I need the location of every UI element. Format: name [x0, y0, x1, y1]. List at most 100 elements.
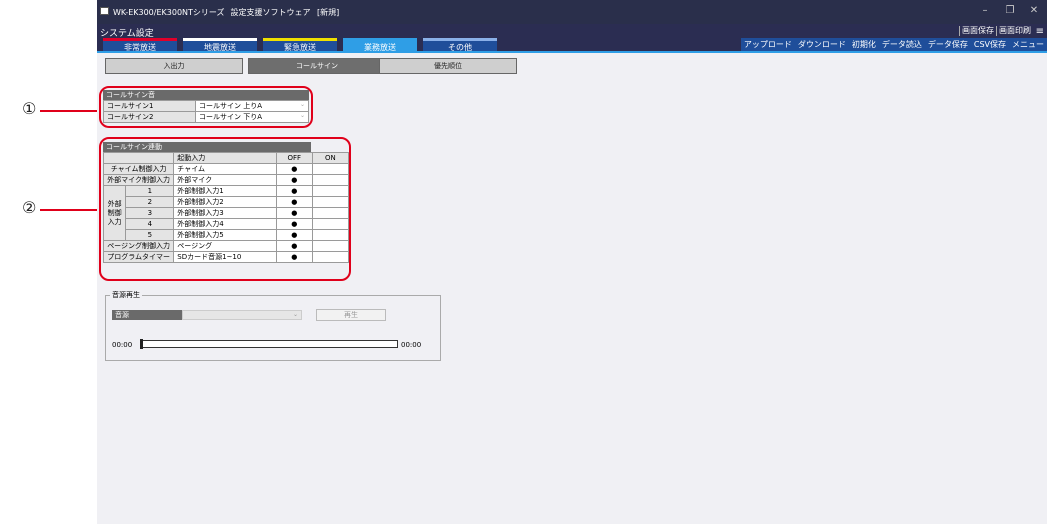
- off-radio[interactable]: ●: [275, 240, 313, 252]
- callout-2: ②: [22, 198, 37, 217]
- callsign-sound-header: コールサイン音: [103, 90, 309, 100]
- csv-save-button[interactable]: CSV保存: [971, 38, 1009, 51]
- input-cell: チャイム: [173, 163, 277, 175]
- on-radio[interactable]: [311, 185, 350, 197]
- time-start: 00:00: [112, 341, 133, 349]
- close-icon[interactable]: ✕: [1024, 5, 1044, 16]
- ext-num: 5: [125, 229, 175, 241]
- on-radio[interactable]: [311, 240, 350, 252]
- input-cell: ページング: [173, 240, 277, 252]
- callout-1: ①: [22, 99, 37, 118]
- table-row: 外部制御入力 1 外部制御入力1 ●: [102, 185, 350, 241]
- seek-thumb[interactable]: [140, 339, 143, 349]
- print-screen-button[interactable]: 画面印刷: [996, 26, 1033, 36]
- callsign-2-select[interactable]: コールサイン 下りA ⌄: [195, 111, 309, 123]
- callout-1-line: [40, 110, 98, 112]
- tab-business[interactable]: 業務放送: [343, 38, 417, 52]
- col-header-on: ON: [311, 152, 350, 164]
- seek-bar[interactable]: [140, 340, 398, 348]
- chevron-down-icon: ⌄: [299, 112, 305, 119]
- subtab-io[interactable]: 入出力: [105, 58, 243, 74]
- tab-emergency[interactable]: 非常放送: [103, 38, 177, 52]
- table-row: 5 外部制御入力5 ●: [104, 229, 350, 241]
- off-radio[interactable]: ●: [275, 174, 313, 186]
- callsign-2-value: コールサイン 下りA: [199, 113, 263, 121]
- source-select[interactable]: ⌄: [182, 310, 302, 320]
- off-radio[interactable]: ●: [275, 185, 313, 197]
- table-row: コールサイン2 コールサイン 下りA ⌄: [103, 111, 309, 123]
- play-button[interactable]: 再生: [316, 309, 386, 321]
- minimize-icon[interactable]: –: [975, 5, 995, 16]
- input-cell: 外部制御入力3: [173, 207, 277, 219]
- tab-earthquake[interactable]: 地震放送: [183, 38, 257, 52]
- on-radio[interactable]: [311, 229, 350, 241]
- on-radio[interactable]: [311, 163, 350, 175]
- data-load-button[interactable]: データ読込: [879, 38, 925, 51]
- maximize-icon[interactable]: ❐: [1000, 5, 1020, 16]
- input-cell: SDカード音源1~10: [173, 251, 277, 263]
- callsign-1-select[interactable]: コールサイン 上りA ⌄: [195, 100, 309, 112]
- callsign-1-label: コールサイン1: [103, 100, 196, 112]
- ext-num: 2: [125, 196, 175, 208]
- table-row: 4 外部制御入力4 ●: [104, 218, 350, 230]
- callsign-link-table: 起動入力 OFF ON チャイム制御入力 チャイム ● 外部マイク制御入力 外部…: [102, 152, 350, 263]
- table-row: プログラムタイマー SDカード音源1~10 ●: [102, 251, 350, 263]
- app-icon: [100, 7, 109, 15]
- initialize-button[interactable]: 初期化: [849, 38, 879, 51]
- table-header-row: 起動入力 OFF ON: [102, 152, 350, 164]
- subtab-priority[interactable]: 優先順位: [379, 58, 517, 74]
- on-radio[interactable]: [311, 196, 350, 208]
- input-cell: 外部制御入力1: [173, 185, 277, 197]
- save-screen-button[interactable]: 画面保存: [959, 26, 996, 36]
- print-tools: 画面保存 画面印刷: [959, 26, 1033, 36]
- row-label: 外部マイク制御入力: [102, 174, 175, 186]
- table-row: チャイム制御入力 チャイム ●: [102, 163, 350, 175]
- upload-button[interactable]: アップロード: [741, 38, 795, 51]
- on-radio[interactable]: [311, 174, 350, 186]
- file-status: [新規]: [317, 8, 340, 17]
- download-button[interactable]: ダウンロード: [795, 38, 849, 51]
- off-radio[interactable]: ●: [275, 207, 313, 219]
- input-cell: 外部制御入力5: [173, 229, 277, 241]
- ext-num: 4: [125, 218, 175, 230]
- off-radio[interactable]: ●: [275, 229, 313, 241]
- callsign-sound-table: コールサイン1 コールサイン 上りA ⌄ コールサイン2 コールサイン 下りA ⌄: [103, 100, 309, 123]
- toolbar: アップロード ダウンロード 初期化 データ読込 データ保存 CSV保存 メニュー: [740, 38, 1047, 51]
- sound-playback-title: 音源再生: [110, 290, 142, 300]
- col-header-off: OFF: [275, 152, 313, 164]
- table-row: 3 外部制御入力3 ●: [104, 207, 350, 219]
- off-radio[interactable]: ●: [275, 218, 313, 230]
- tab-other[interactable]: その他: [423, 38, 497, 52]
- tab-urgent[interactable]: 緊急放送: [263, 38, 337, 52]
- on-radio[interactable]: [311, 218, 350, 230]
- row-label: チャイム制御入力: [102, 163, 175, 175]
- ext-num: 1: [125, 185, 175, 197]
- table-row: 2 外部制御入力2 ●: [104, 196, 350, 208]
- col-header-input: 起動入力: [173, 152, 277, 164]
- window-subtitle-text: 設定支援ソフトウェア: [230, 8, 311, 17]
- chevron-down-icon: ⌄: [292, 311, 298, 318]
- off-radio[interactable]: ●: [275, 196, 313, 208]
- callout-2-line: [40, 209, 98, 211]
- on-radio[interactable]: [311, 207, 350, 219]
- off-radio[interactable]: ●: [275, 251, 313, 263]
- input-cell: 外部マイク: [173, 174, 277, 186]
- input-cell: 外部制御入力2: [173, 196, 277, 208]
- hamburger-menu-icon[interactable]: ≡: [1036, 26, 1044, 37]
- row-label: プログラムタイマー: [102, 251, 175, 263]
- data-save-button[interactable]: データ保存: [925, 38, 971, 51]
- source-label: 音源: [112, 310, 182, 320]
- ext-num: 3: [125, 207, 175, 219]
- off-radio[interactable]: ●: [275, 163, 313, 175]
- table-row: ページング制御入力 ページング ●: [102, 240, 350, 252]
- callsign-2-label: コールサイン2: [103, 111, 196, 123]
- subtab-callsign[interactable]: コールサイン: [248, 58, 386, 74]
- app-window: WK-EK300/EK300NTシリーズ 設定支援ソフトウェア [新規] – ❐ …: [97, 0, 1047, 524]
- title-bar: WK-EK300/EK300NTシリーズ 設定支援ソフトウェア [新規] – ❐ …: [97, 0, 1047, 24]
- menu-button[interactable]: メニュー: [1009, 38, 1047, 51]
- callsign-1-value: コールサイン 上りA: [199, 102, 263, 110]
- row-label: ページング制御入力: [102, 240, 175, 252]
- on-radio[interactable]: [311, 251, 350, 263]
- table-row: コールサイン1 コールサイン 上りA ⌄: [103, 100, 309, 112]
- window-title: WK-EK300/EK300NTシリーズ 設定支援ソフトウェア: [113, 7, 311, 18]
